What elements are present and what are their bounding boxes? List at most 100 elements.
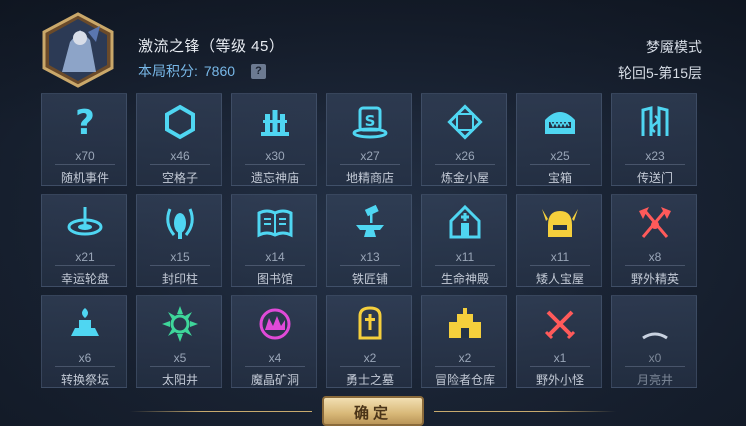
- altar-icon: [71, 308, 99, 336]
- tile-label: 遗忘神庙: [250, 171, 299, 185]
- anvil-icon: [356, 204, 384, 237]
- tile-divider: [530, 164, 590, 165]
- tile-label: 太阳井: [161, 373, 198, 387]
- tile-label: 空格子: [161, 171, 198, 185]
- crystal-mine-icon: [259, 308, 291, 340]
- tile-seal-pillar[interactable]: x15 封印柱: [136, 194, 222, 287]
- tile-count: x13: [360, 250, 380, 264]
- tile-label: 炼金小屋: [440, 171, 489, 185]
- tile-divider: [625, 366, 685, 367]
- tile-count: x14: [265, 250, 285, 264]
- tile-count: x70: [75, 149, 95, 163]
- tile-roulette[interactable]: x21 幸运轮盘: [41, 194, 127, 287]
- warehouse-icon: [449, 308, 481, 338]
- tile-count: x25: [550, 149, 570, 163]
- question-mark-icon: ?: [75, 103, 95, 142]
- tile-count: x0: [648, 351, 662, 365]
- tile-label: 生命神殿: [440, 272, 489, 286]
- tile-count: x30: [265, 149, 285, 163]
- tile-temple[interactable]: x30 遗忘神庙: [231, 93, 317, 186]
- tile-divider: [435, 366, 495, 367]
- svg-text:S: S: [365, 112, 376, 130]
- tile-divider: [340, 164, 400, 165]
- tile-life-shrine[interactable]: x11 生命神殿: [421, 194, 507, 287]
- tile-shop-s[interactable]: Sx27 地精商店: [326, 93, 412, 186]
- tile-count: x11: [550, 250, 570, 264]
- tile-divider: [55, 164, 115, 165]
- player-name: 激流之锋（等级 45）: [138, 38, 285, 55]
- tile-label: 野外精英: [630, 272, 679, 286]
- tile-count: x27: [360, 149, 380, 163]
- tile-treasure-chest[interactable]: x25 宝箱: [516, 93, 602, 186]
- tile-dwarf-helmet[interactable]: x11 矮人宝屋: [516, 194, 602, 287]
- tile-divider: [435, 164, 495, 165]
- tile-count: x15: [170, 250, 190, 264]
- floor-progress: 轮回5-第15层: [617, 65, 702, 81]
- tile-alchemy-diamond[interactable]: x26 炼金小屋: [421, 93, 507, 186]
- tile-warehouse[interactable]: x2 冒险者仓库: [421, 295, 507, 388]
- tile-anvil[interactable]: x13 铁匠铺: [326, 194, 412, 287]
- tile-label: 勇士之墓: [345, 373, 394, 387]
- tile-divider: [435, 265, 495, 266]
- tile-label: 幸运轮盘: [60, 272, 109, 286]
- tile-label: 封印柱: [161, 272, 198, 286]
- tile-crossed-swords[interactable]: x1 野外小怪: [516, 295, 602, 388]
- tile-divider: [150, 366, 210, 367]
- tile-count: x5: [173, 351, 187, 365]
- tile-divider: [625, 265, 685, 266]
- roulette-icon: [67, 207, 103, 236]
- divider-right: [434, 411, 616, 412]
- tile-count: x6: [78, 351, 92, 365]
- tile-book[interactable]: x14 图书馆: [231, 194, 317, 287]
- player-avatar[interactable]: [40, 12, 116, 88]
- tile-hexagon[interactable]: x46 空格子: [136, 93, 222, 186]
- tile-count: x23: [645, 149, 665, 163]
- tile-count: x11: [455, 250, 475, 264]
- tile-count: x21: [75, 250, 95, 264]
- tile-divider: [530, 265, 590, 266]
- tile-count: x8: [648, 250, 662, 264]
- tile-sun-well[interactable]: x5 太阳井: [136, 295, 222, 388]
- tile-divider: [150, 164, 210, 165]
- tile-count: x2: [363, 351, 377, 365]
- tile-label: 传送门: [636, 171, 673, 185]
- tombstone-icon: [358, 306, 382, 340]
- tile-portal[interactable]: x23 传送门: [611, 93, 697, 186]
- tile-divider: [530, 366, 590, 367]
- tile-divider: [245, 366, 305, 367]
- tile-count: x1: [553, 351, 567, 365]
- tile-count: x46: [170, 149, 190, 163]
- tile-moon-well[interactable]: x0 月亮井: [611, 295, 697, 388]
- tile-divider: [150, 265, 210, 266]
- divider-left: [130, 411, 312, 412]
- tile-label: 矮人宝屋: [535, 272, 584, 286]
- tile-label: 宝箱: [547, 171, 572, 185]
- tile-count: x2: [458, 351, 472, 365]
- event-tile-grid: ? x70 随机事件 x46 空格子 x30 遗忘神庙 Sx27 地精商店 x26 炼金小屋 x25 宝…: [41, 93, 701, 388]
- tile-question-mark[interactable]: ? x70 随机事件: [41, 93, 127, 186]
- svg-text:?: ?: [75, 103, 95, 142]
- tile-divider: [55, 265, 115, 266]
- tile-divider: [245, 164, 305, 165]
- tile-altar[interactable]: x6 转换祭坛: [41, 295, 127, 388]
- dwarf-helmet-icon: [542, 209, 578, 237]
- tile-crystal-mine[interactable]: x4 魔晶矿洞: [231, 295, 317, 388]
- tile-label: 地精商店: [345, 171, 394, 185]
- tile-count: x26: [455, 149, 475, 163]
- confirm-button[interactable]: 确定: [322, 396, 424, 426]
- score-row: 本局积分: 7860 ?: [138, 61, 267, 81]
- tile-crossed-axes[interactable]: x8 野外精英: [611, 194, 697, 287]
- help-icon[interactable]: ?: [251, 63, 267, 79]
- tile-tombstone[interactable]: x2 勇士之墓: [326, 295, 412, 388]
- life-shrine-icon: [449, 204, 481, 239]
- moon-well-icon: [642, 310, 668, 340]
- tile-label: 野外小怪: [535, 373, 584, 387]
- tile-label: 转换祭坛: [60, 373, 109, 387]
- tile-divider: [625, 164, 685, 165]
- tile-label: 冒险者仓库: [434, 373, 495, 387]
- score-label: 本局积分:: [138, 63, 198, 79]
- score-value: 7860: [203, 63, 236, 79]
- shop-s-icon: S: [352, 106, 388, 139]
- tile-label: 铁匠铺: [351, 272, 388, 286]
- tile-divider: [55, 366, 115, 367]
